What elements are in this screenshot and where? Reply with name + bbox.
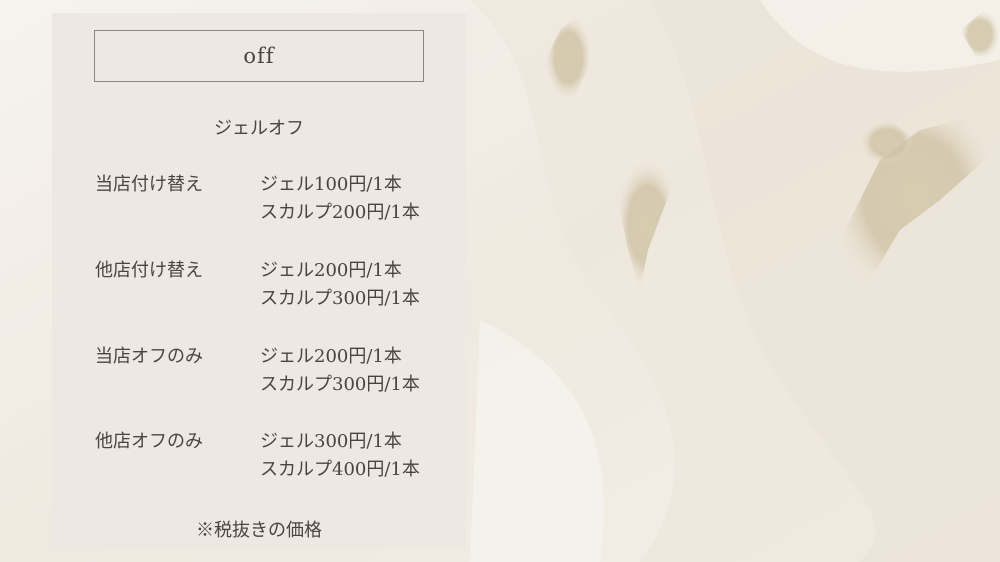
gel-price: ジェル100円/1本 [260, 174, 402, 195]
price-row-label: 当店付け替え [95, 174, 203, 195]
price-row-values: ジェル300円/1本 スカルプ400円/1本 [260, 428, 420, 484]
gel-price: ジェル300円/1本 [260, 431, 402, 452]
sculp-price: スカルプ300円/1本 [260, 288, 420, 309]
tax-note: ※税抜きの価格 [196, 520, 322, 541]
price-row-values: ジェル200円/1本 スカルプ300円/1本 [260, 257, 420, 313]
section-title: off [94, 30, 424, 82]
sculp-price: スカルプ200円/1本 [260, 202, 420, 223]
price-row-label: 他店オフのみ [95, 431, 203, 452]
sculp-price: スカルプ300円/1本 [260, 374, 420, 395]
sculp-price: スカルプ400円/1本 [260, 459, 420, 480]
section-subtitle: ジェルオフ [214, 118, 304, 139]
price-panel: off ジェルオフ 当店付け替え ジェル100円/1本 スカルプ200円/1本 … [52, 13, 466, 549]
price-row-values: ジェル200円/1本 スカルプ300円/1本 [260, 343, 420, 399]
gel-price: ジェル200円/1本 [260, 260, 402, 281]
price-row-label: 他店付け替え [95, 260, 203, 281]
price-row-values: ジェル100円/1本 スカルプ200円/1本 [260, 171, 420, 227]
price-row-label: 当店オフのみ [95, 346, 203, 367]
gel-price: ジェル200円/1本 [260, 346, 402, 367]
